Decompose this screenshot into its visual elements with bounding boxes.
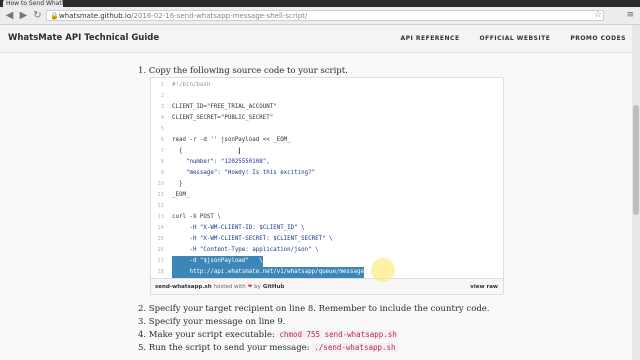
code-line: 13 curl -X POST \ [157, 214, 221, 220]
code-line: 10 } [157, 181, 183, 187]
site-title[interactable]: WhatsMate API Technical Guide [8, 25, 159, 52]
code-line: 5 [160, 126, 164, 132]
code-line: 8 "number": "12025550108", [160, 159, 270, 165]
lock-icon: 🔒 [50, 12, 59, 20]
step-4: 4. Make your script executable: chmod 75… [138, 330, 399, 340]
forward-icon[interactable]: ▶ [18, 10, 29, 21]
step-3: 3. Specify your message on line 9. [138, 317, 286, 327]
code-line: 4 CLIENT_SECRET="PUBLIC_SECRET" [160, 115, 274, 121]
step-1: 1. Copy the following source code to you… [138, 66, 348, 76]
step-2: 2. Specify your target recipient on line… [138, 304, 490, 314]
github-link[interactable]: GitHub [263, 284, 284, 290]
browser-tab[interactable]: How to Send WhatsA [3, 0, 63, 7]
scrollbar-thumb[interactable] [633, 105, 639, 215]
gist-filename-link[interactable]: send-whatsapp.sh [155, 284, 212, 290]
gist-hosted-text: hosted with [213, 284, 246, 290]
code-line-selected: 18 http://api.whatsmate.net/v1/whatsapp/… [151, 267, 503, 278]
url-domain: whatsmate.github.io [59, 12, 132, 20]
code-line: 3 CLIENT_ID="FREE_TRIAL_ACCOUNT" [160, 104, 277, 110]
step-5: 5. Run the script to send your message: … [138, 343, 398, 353]
heart-icon: ❤ [247, 284, 253, 290]
address-bar[interactable]: 🔒 whatsmate.github.io/2016-02-16-send-wh… [46, 10, 604, 21]
view-raw-link[interactable]: view raw [470, 279, 498, 294]
code-block: 1 #!/bin/bash 2 3 CLIENT_ID="FREE_TRIAL_AC… [151, 78, 503, 278]
step-5-command: ./send-whatsapp.sh [312, 343, 398, 352]
nav-official-website[interactable]: OFFICIAL WEBSITE [480, 25, 551, 52]
nav-api-reference[interactable]: API REFERENCE [401, 25, 460, 52]
browser-menu-icon[interactable]: ≡ [626, 10, 634, 21]
nav-promo-codes[interactable]: PROMO CODES [570, 25, 626, 52]
code-line: 9 "message": "Howdy! Is this exciting?" [160, 170, 316, 176]
code-line: 7 { [160, 148, 183, 154]
step-5-text: 5. Run the script to send your message: [138, 343, 313, 353]
url-path: /2016-02-16-send-whatsapp-message-shell-… [131, 12, 308, 20]
code-line: 2 [160, 93, 164, 99]
gist-by-text: by [254, 284, 261, 290]
code-line: 11 _EOM_ [157, 192, 190, 198]
step-4-text: 4. Make your script executable: [138, 330, 278, 340]
bookmark-star-icon[interactable]: ☆ [594, 10, 602, 21]
code-line-selected: 17 -d "$jsonPayload" \ [151, 256, 503, 267]
browser-toolbar: ◀ ▶ ↻ 🔒 whatsmate.github.io/2016-02-16-s… [0, 7, 640, 25]
site-nav: API REFERENCE OFFICIAL WEBSITE PROMO COD… [401, 25, 626, 52]
code-line: 1 #!/bin/bash [160, 82, 211, 88]
reload-icon[interactable]: ↻ [32, 10, 43, 21]
code-line: 12 [157, 203, 164, 209]
code-line: 6 read -r -d '' jsonPayload << _EOM_ [160, 137, 291, 143]
page-content: WhatsMate API Technical Guide API REFERE… [0, 25, 632, 360]
site-header: WhatsMate API Technical Guide API REFERE… [0, 25, 632, 53]
gist-embed: 1 #!/bin/bash 2 3 CLIENT_ID="FREE_TRIAL_AC… [150, 77, 504, 295]
gist-footer: send-whatsapp.sh hosted with ❤ by GitHub… [151, 278, 503, 294]
code-line: 14 -H "X-WM-CLIENT-ID: $CLIENT_ID" \ [157, 225, 305, 231]
code-line: 16 -H "Content-Type: application/json" \ [157, 247, 319, 253]
code-line: 15 -H "X-WM-CLIENT-SECRET: $CLIENT_SECRE… [157, 236, 333, 242]
page-scrollbar[interactable] [632, 25, 640, 360]
step-4-command: chmod 755 send-whatsapp.sh [277, 330, 399, 339]
browser-tab-bar: How to Send WhatsA [0, 0, 640, 7]
text-cursor-icon: I [238, 147, 241, 157]
back-icon[interactable]: ◀ [4, 10, 15, 21]
mouse-click-highlight [371, 258, 395, 282]
